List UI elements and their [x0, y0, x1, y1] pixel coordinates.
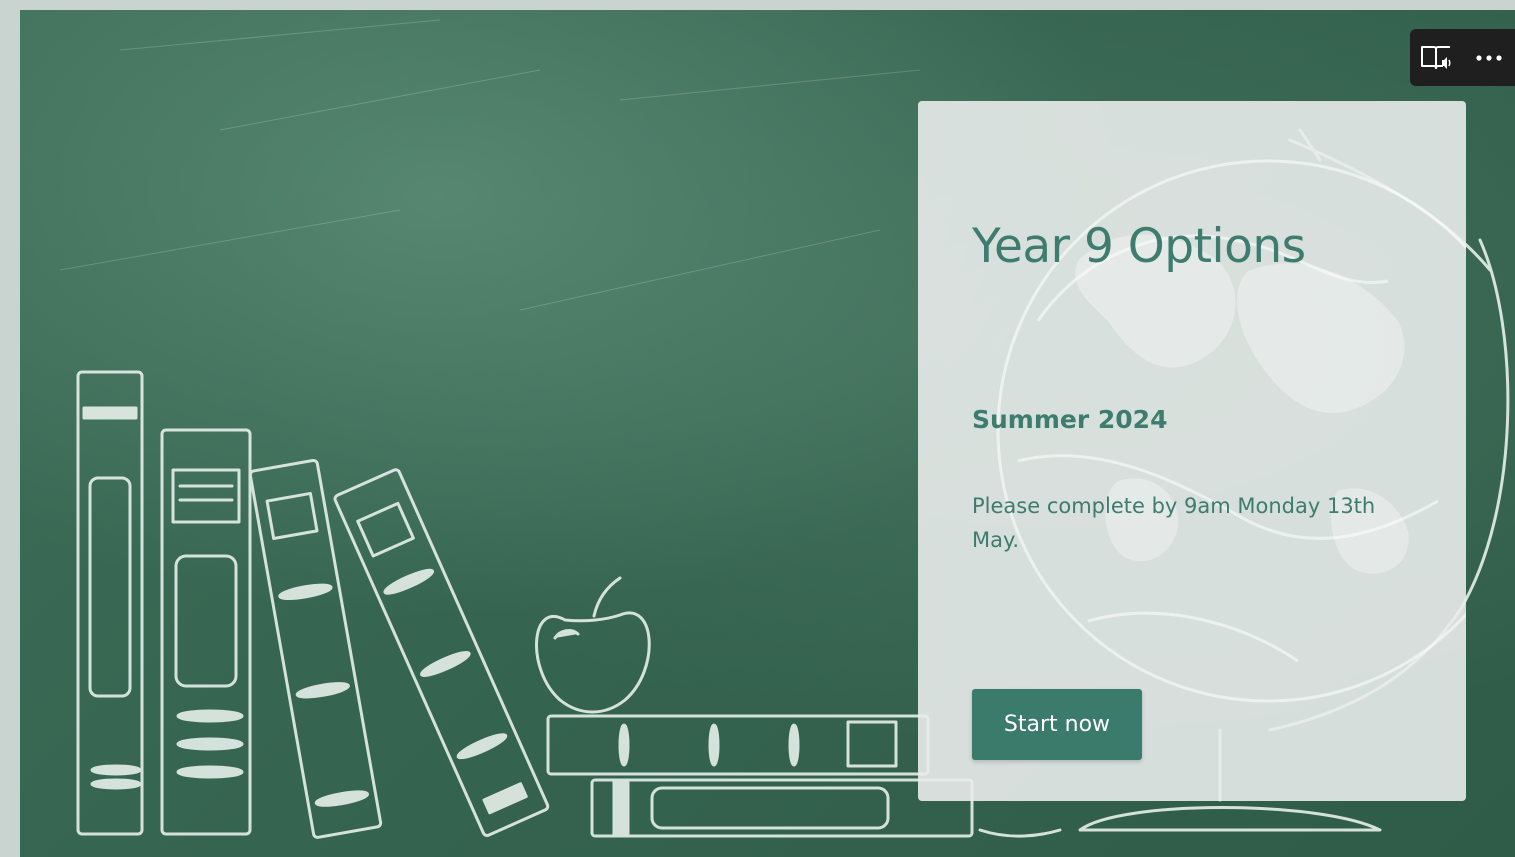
form-intro-card: Year 9 Options Summer 2024 Please comple…	[918, 101, 1466, 801]
immersive-reader-button[interactable]	[1416, 38, 1456, 78]
form-subtitle: Summer 2024	[972, 405, 1168, 434]
more-options-button[interactable]	[1469, 38, 1509, 78]
form-description: Please complete by 9am Monday 13th May.	[972, 494, 1376, 552]
chalkboard-background: Year 9 Options Summer 2024 Please comple…	[20, 10, 1515, 857]
form-toolbar	[1410, 29, 1515, 86]
page-frame: Year 9 Options Summer 2024 Please comple…	[0, 0, 1515, 857]
immersive-reader-icon	[1421, 45, 1451, 69]
more-options-icon	[1476, 54, 1502, 61]
form-title: Year 9 Options	[972, 219, 1306, 274]
start-now-button[interactable]: Start now	[972, 689, 1142, 760]
